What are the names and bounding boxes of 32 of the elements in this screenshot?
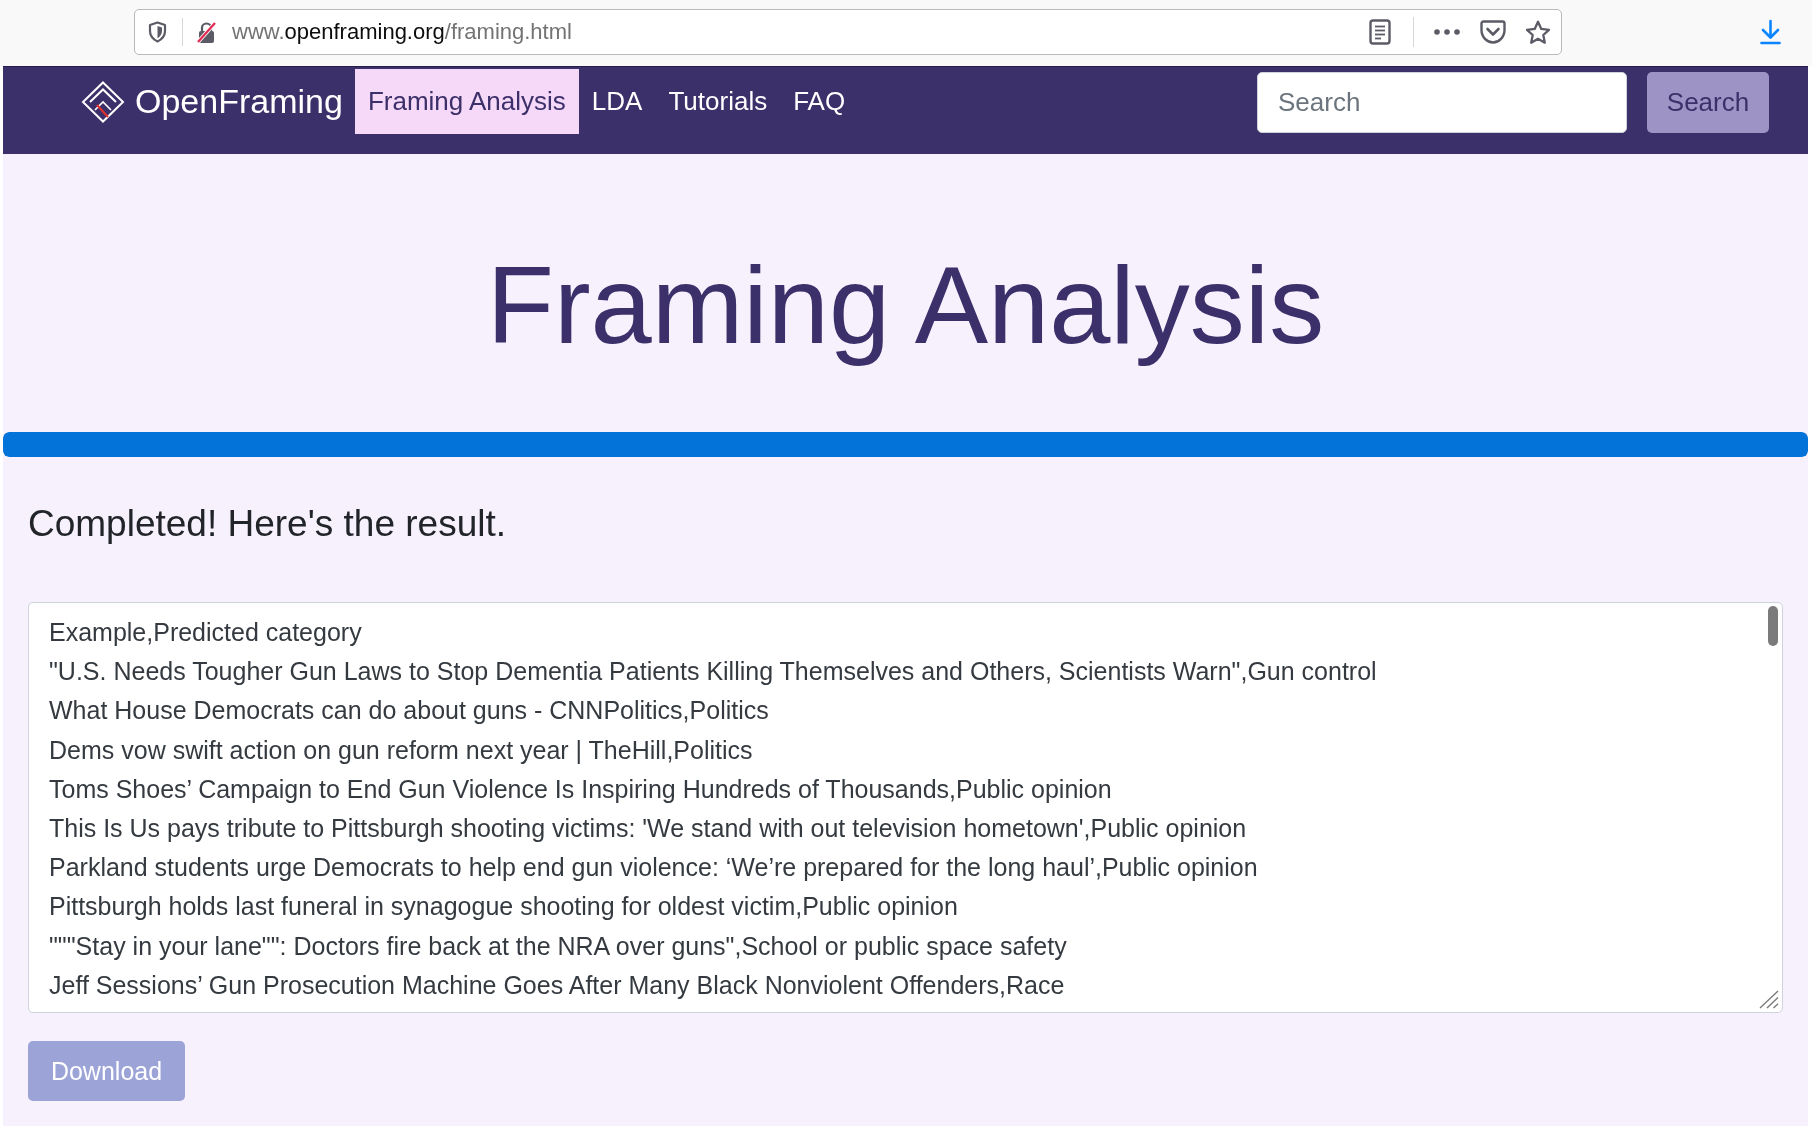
result-line: This Is Us pays tribute to Pittsburgh shooting victims: 'We stand with out television hometown',Public opinion: [49, 813, 1247, 844]
diamond-logo-icon: [81, 80, 125, 123]
result-line: Parkland students urge Democrats to help end gun violence: ‘We’re prepared for the long haul’,Public opinion: [49, 852, 1258, 884]
nav-tab[interactable]: Framing Analysis: [354, 69, 579, 134]
result-line: Dems vow swift action on gun reform next year | TheHill,Politics: [49, 734, 753, 766]
nav-tab[interactable]: Tutorials: [655, 69, 781, 134]
url-text: www.openframing.org/framing.html: [232, 19, 572, 45]
result-line: Example,Predicted category: [49, 617, 362, 648]
star-icon[interactable]: [1525, 19, 1551, 45]
scrollbar-thumb[interactable]: [1768, 606, 1778, 646]
result-line: Jeff Sessions’ Gun Prosecution Machine Goes After Many Black Nonviolent Offenders,Race: [49, 969, 1065, 1001]
resize-grip-icon[interactable]: [1759, 990, 1779, 1009]
result-line: Toms Shoes’ Campaign to End Gun Violence Is Inspiring Hundreds of Thousands,Public opinion: [49, 773, 1112, 805]
result-text-area[interactable]: [28, 602, 1783, 1013]
result-line: What House Democrats can do about guns - CNNPolitics,Politics: [49, 695, 769, 727]
brand-link[interactable]: OpenFraming: [81, 69, 343, 134]
result-line: "U.S. Needs Tougher Gun Laws to Stop Dementia Patients Killing Themselves and Others, Scientists Warn",Gun control: [49, 656, 1377, 688]
result-line: Pittsburgh holds last funeral in synagogue shooting for oldest victim,Public opinion: [49, 891, 958, 923]
url-bar[interactable]: www.openframing.org/framing.html: [134, 9, 1562, 55]
page-icon[interactable]: [1369, 19, 1391, 45]
download-icon[interactable]: [1760, 19, 1781, 45]
result-line: """Stay in your lane"": Doctors fire back at the NRA over guns",School or public space safety: [49, 930, 1067, 962]
more-dots-icon[interactable]: [1434, 29, 1460, 35]
search-button[interactable]: Search: [1647, 72, 1769, 133]
status-message: Completed! Here's the result.: [28, 502, 506, 546]
crossed-lock-icon[interactable]: [196, 20, 217, 44]
nav-tab[interactable]: FAQ: [780, 69, 859, 134]
chevron-badge-icon[interactable]: [1480, 20, 1506, 44]
shield-icon[interactable]: [148, 21, 167, 43]
search-field[interactable]: Search: [1257, 72, 1627, 133]
nav-tab[interactable]: LDA: [578, 69, 656, 134]
page-title: Framing Analysis: [485, 241, 1326, 368]
